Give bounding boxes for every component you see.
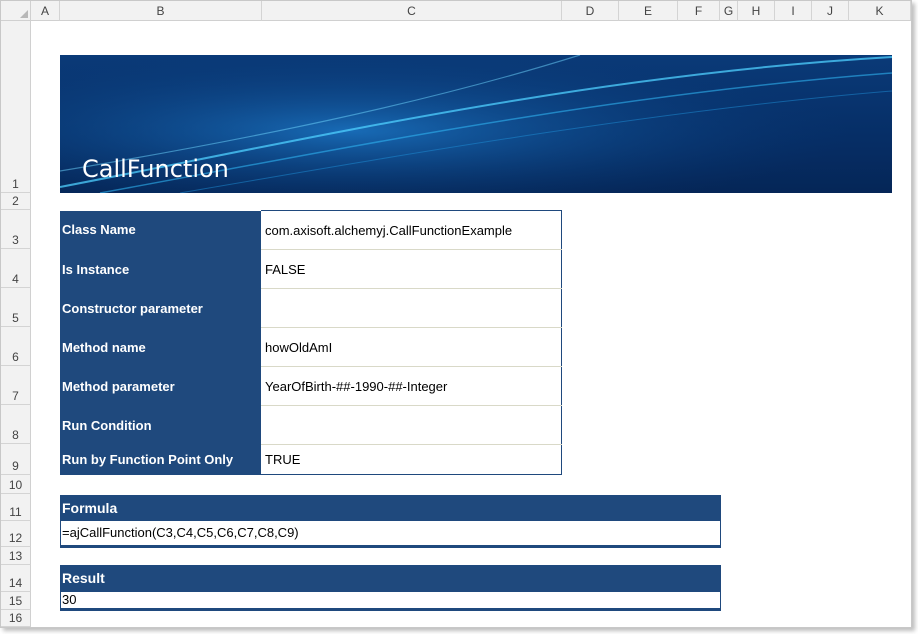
property-label[interactable]: Method parameter	[60, 366, 261, 406]
table-row: Class Name com.axisoft.alchemyj.CallFunc…	[60, 210, 562, 250]
spreadsheet-window: A B C D E F G H I J K 1 2 3 4 5 6 7 8 9 …	[0, 0, 912, 628]
property-value[interactable]	[261, 288, 562, 328]
table-row: Run by Function Point Only TRUE	[60, 444, 562, 475]
property-label[interactable]: Class Name	[60, 210, 261, 250]
column-header-a[interactable]: A	[31, 1, 60, 21]
row-header-6[interactable]: 6	[1, 327, 31, 366]
property-value[interactable]: TRUE	[261, 444, 562, 475]
title-banner: CallFunction	[60, 55, 892, 193]
row-header-15[interactable]: 15	[1, 592, 31, 610]
row-header-10[interactable]: 10	[1, 475, 31, 494]
table-row: Constructor parameter	[60, 288, 562, 328]
property-value[interactable]	[261, 405, 562, 445]
property-value[interactable]: FALSE	[261, 249, 562, 289]
table-row: Method parameter YearOfBirth-##-1990-##-…	[60, 366, 562, 406]
property-value[interactable]: howOldAmI	[261, 327, 562, 367]
property-label[interactable]: Is Instance	[60, 249, 261, 289]
column-header-e[interactable]: E	[619, 1, 678, 21]
column-header-j[interactable]: J	[812, 1, 849, 21]
row-header-7[interactable]: 7	[1, 366, 31, 405]
row-header-3[interactable]: 3	[1, 210, 31, 249]
row-header-2[interactable]: 2	[1, 193, 31, 210]
property-value[interactable]: YearOfBirth-##-1990-##-Integer	[261, 366, 562, 406]
column-header-c[interactable]: C	[262, 1, 562, 21]
column-header-b[interactable]: B	[60, 1, 262, 21]
row-header-8[interactable]: 8	[1, 405, 31, 444]
row-header-11[interactable]: 11	[1, 494, 31, 521]
row-header-4[interactable]: 4	[1, 249, 31, 288]
table-row: Run Condition	[60, 405, 562, 445]
result-cell[interactable]: 30	[60, 592, 721, 611]
property-value[interactable]: com.axisoft.alchemyj.CallFunctionExample	[261, 210, 562, 250]
select-all-corner[interactable]	[1, 1, 31, 21]
properties-table: Class Name com.axisoft.alchemyj.CallFunc…	[60, 210, 562, 475]
row-header-5[interactable]: 5	[1, 288, 31, 327]
row-header-12[interactable]: 12	[1, 521, 31, 547]
property-label[interactable]: Constructor parameter	[60, 288, 261, 328]
column-header-h[interactable]: H	[738, 1, 775, 21]
column-header-k[interactable]: K	[849, 1, 911, 21]
column-header-f[interactable]: F	[678, 1, 720, 21]
formula-cell[interactable]: =ajCallFunction(C3,C4,C5,C6,C7,C8,C9)	[60, 521, 721, 548]
table-row: Is Instance FALSE	[60, 249, 562, 289]
row-header-13[interactable]: 13	[1, 547, 31, 565]
banner-title: CallFunction	[82, 155, 229, 183]
result-header[interactable]: Result	[60, 565, 721, 592]
row-header-1[interactable]: 1	[1, 21, 31, 193]
row-header-16[interactable]: 16	[1, 610, 31, 627]
column-header-i[interactable]: I	[775, 1, 812, 21]
column-header-d[interactable]: D	[562, 1, 619, 21]
property-label[interactable]: Run by Function Point Only	[60, 444, 261, 475]
table-row: Method name howOldAmI	[60, 327, 562, 367]
formula-header[interactable]: Formula	[60, 495, 721, 521]
row-header-9[interactable]: 9	[1, 444, 31, 475]
property-label[interactable]: Run Condition	[60, 405, 261, 445]
column-header-g[interactable]: G	[720, 1, 738, 21]
row-header-14[interactable]: 14	[1, 565, 31, 592]
property-label[interactable]: Method name	[60, 327, 261, 367]
